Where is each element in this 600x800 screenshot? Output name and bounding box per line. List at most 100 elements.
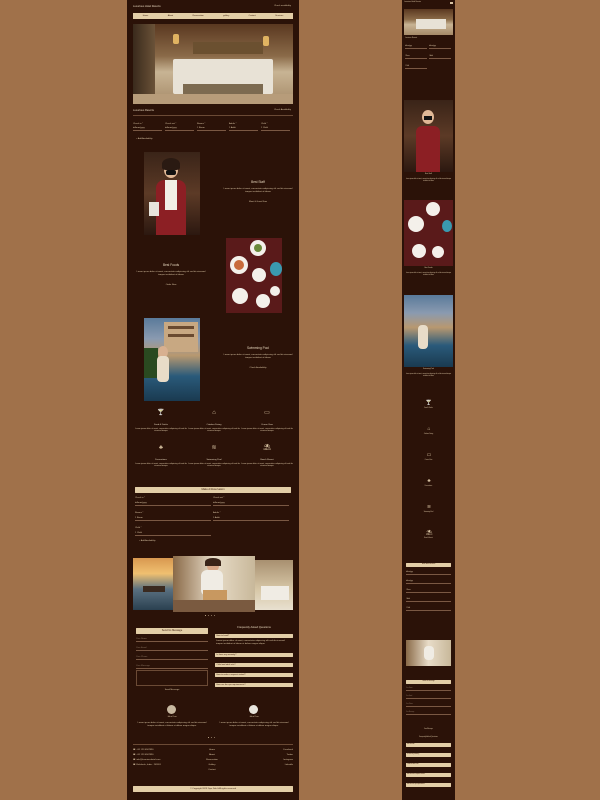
amenity-text-3: Lorem ipsum dolor sit amet, consectetur … xyxy=(135,463,187,468)
booking-input-2[interactable]: 1 Room xyxy=(197,127,226,131)
testimonial-name-1: John Doe xyxy=(167,716,177,718)
reservation-input-1[interactable]: dd/mm/yyyy xyxy=(213,502,289,506)
mobile-faq-item-1[interactable]: Is there any amenity? xyxy=(406,753,451,757)
mobile-booking-input-2[interactable]: 1 Room xyxy=(405,56,427,59)
feature-pool-link[interactable]: Check Availability xyxy=(222,367,294,370)
mobile-amenity-title-4: Swimming Pool xyxy=(423,512,434,513)
testimonial-dot-1[interactable] xyxy=(208,737,210,739)
reservation-input-3[interactable]: 1 Adult xyxy=(213,517,289,521)
cocktail-icon: 🍸 xyxy=(157,410,165,416)
booking-input-3[interactable]: 1 Adult xyxy=(229,127,258,131)
mobile-message-input-0[interactable]: Your Name xyxy=(406,688,451,691)
gallery-dot-2[interactable] xyxy=(208,615,210,617)
mobile-amenity-title-1: Outdoor Dining xyxy=(423,434,434,435)
mobile-booking-input-0[interactable]: dd/mm/yyyy xyxy=(405,46,427,49)
booking-label-2: Rooms * xyxy=(197,123,206,125)
testimonial-dot-3[interactable] xyxy=(214,737,216,739)
nav-item-about[interactable]: About xyxy=(168,15,173,17)
menu-icon[interactable] xyxy=(450,2,453,4)
gallery-dot-4[interactable] xyxy=(214,615,216,617)
booking-input-1[interactable]: dd/mm/yyyy xyxy=(165,127,194,131)
testimonial-dot-2[interactable] xyxy=(211,737,213,739)
faq-item-4[interactable]: How are the spa requirements? xyxy=(215,683,293,687)
faq-item-0[interactable]: How to book? xyxy=(215,634,293,638)
footer-link-2[interactable]: Reservation xyxy=(197,759,227,762)
booking-check-link[interactable]: Check Availability xyxy=(274,109,291,112)
footer-social-linkedin[interactable]: LinkedIn xyxy=(285,764,293,767)
gallery-breakfast-image xyxy=(173,556,255,612)
booking-input-4[interactable]: 1 Child xyxy=(261,127,290,131)
mobile-faq-item-4[interactable]: How are the spa requirements? xyxy=(406,783,451,787)
mobile-faq-item-2[interactable]: Child and adult rule? xyxy=(406,763,451,767)
footer-link-4[interactable]: Contact xyxy=(197,769,227,772)
faq-item-1[interactable]: Is there any amenity? xyxy=(215,653,293,657)
reservation-add-link[interactable]: + Add Availability xyxy=(139,540,155,543)
amenity-title-1: Outdoor Dining xyxy=(206,424,222,426)
faq-answer-0: Lorem ipsum dolor sit amet, consectetur … xyxy=(216,640,285,645)
mobile-pool-title: Swimming Pool xyxy=(423,369,434,370)
hero-bedroom-image xyxy=(133,24,293,104)
message-title: Send Us Message xyxy=(136,628,208,634)
feature-food-link[interactable]: Order Now xyxy=(135,284,207,287)
mobile-faq-title: Frequently Asked Questions xyxy=(419,737,438,738)
footer-link-3[interactable]: Gallery xyxy=(197,764,227,767)
reservation-label-1: Check out * xyxy=(213,497,225,499)
header-check-link[interactable]: Check availability xyxy=(274,5,291,8)
faq-item-3[interactable]: How to make a request visited? xyxy=(215,673,293,677)
booking-add-link[interactable]: + Add Availability xyxy=(136,138,152,141)
mobile-reservation-input-4[interactable]: 1 Child xyxy=(406,608,451,611)
reservation-input-2[interactable]: 1 Room xyxy=(135,517,211,521)
nav-item-gallery[interactable]: gallery xyxy=(223,15,229,17)
testimonial-text-1: Lorem ipsum dolor sit amet, consectetur … xyxy=(137,722,207,727)
footer-link-0[interactable]: Home xyxy=(197,749,227,752)
mobile-pool-image xyxy=(404,295,453,367)
mobile-pool-icon: ≋ xyxy=(426,504,432,510)
gallery-dot-3[interactable] xyxy=(211,615,213,617)
mobile-reservation-input-1[interactable]: dd/mm/yyyy xyxy=(406,581,451,584)
brand-title: Luxurious Hotel Resorts xyxy=(133,5,161,8)
amenity-text-4: Lorem ipsum dolor sit amet, consectetur … xyxy=(188,463,240,468)
footer-link-1[interactable]: About xyxy=(197,754,227,757)
mobile-booking-input-3[interactable]: 1 Adult xyxy=(429,56,451,59)
faq-item-2[interactable]: Child and adult rule? xyxy=(215,663,293,667)
footer-social-twitter[interactable]: Twitter xyxy=(287,754,293,757)
reservation-input-0[interactable]: dd/mm/yyyy xyxy=(135,502,211,506)
feature-pool-text: Lorem ipsum dolor sit amet, consectetur … xyxy=(223,354,293,359)
mobile-message-input-3[interactable]: Your Message xyxy=(406,712,451,715)
send-message-button[interactable]: Send Message xyxy=(136,689,208,692)
mobile-booking-input-1[interactable]: dd/mm/yyyy xyxy=(429,46,451,49)
nav-item-services[interactable]: Services xyxy=(275,15,283,17)
message-textarea[interactable] xyxy=(136,670,208,686)
mobile-reservation-input-3[interactable]: 1 Adult xyxy=(406,599,451,602)
footer-contact-0: ☎ +91 123 4567890 xyxy=(133,749,154,751)
mobile-reservation-input-2[interactable]: 1 Room xyxy=(406,590,451,593)
feature-staff-link[interactable]: Meet & Greet Now xyxy=(222,201,294,204)
mobile-faq-item-0[interactable]: How to book? xyxy=(406,743,451,747)
nav-item-contact[interactable]: Contact xyxy=(249,15,256,17)
mobile-reservation-input-0[interactable]: dd/mm/yyyy xyxy=(406,572,451,575)
mobile-dining-icon: ⌂ xyxy=(427,426,431,432)
reservation-input-4[interactable]: 1 Child xyxy=(135,532,211,536)
message-input-0[interactable]: Your Name xyxy=(136,638,208,642)
testimonial-text-2: Lorem ipsum dolor sit amet, consectetur … xyxy=(219,722,289,727)
amenity-title-3: Decorations xyxy=(155,459,167,461)
mobile-cocktail-icon: 🍸 xyxy=(425,400,433,406)
mobile-faq-item-3[interactable]: How to make a request visited? xyxy=(406,773,451,777)
message-input-1[interactable]: Your Email xyxy=(136,647,208,651)
mobile-message-input-1[interactable]: Your Email xyxy=(406,696,451,699)
gallery-dot-1[interactable] xyxy=(205,615,207,617)
booking-input-0[interactable]: dd/mm/yyyy xyxy=(133,127,162,131)
message-input-3[interactable]: Your Message xyxy=(136,665,208,669)
mobile-booking-input-4[interactable]: 1 Child xyxy=(405,66,427,69)
mobile-send-button[interactable]: Send Message xyxy=(406,729,451,731)
mobile-brand: Luxurious Hotel Resorts xyxy=(404,2,422,3)
food-image xyxy=(226,238,282,313)
mobile-message-input-2[interactable]: Your Phone xyxy=(406,704,451,707)
nav-item-home[interactable]: Home xyxy=(143,15,149,17)
nav-item-reservation[interactable]: Reservation xyxy=(193,15,204,17)
footer-social-instagram[interactable]: Instagram xyxy=(283,759,293,762)
amenity-title-2: Ocean View xyxy=(261,424,273,426)
footer-social-facebook[interactable]: Facebook xyxy=(283,749,293,752)
message-input-2[interactable]: Your Phone xyxy=(136,656,208,660)
mobile-gallery-image xyxy=(406,640,451,666)
